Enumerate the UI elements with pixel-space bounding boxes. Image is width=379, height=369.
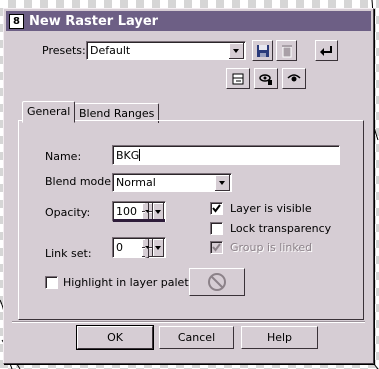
presets-value: Default bbox=[90, 44, 131, 57]
opacity-spin-buttons[interactable] bbox=[142, 202, 153, 222]
reset-button[interactable] bbox=[315, 40, 338, 61]
help-button[interactable]: Help bbox=[241, 326, 318, 349]
delete-icon bbox=[281, 44, 292, 57]
link-set-spin-buttons[interactable] bbox=[142, 238, 153, 258]
eye-icon bbox=[287, 73, 301, 81]
link-set-label: Link set: bbox=[45, 247, 92, 260]
name-input[interactable]: BKG bbox=[112, 145, 340, 165]
save-preset-button[interactable] bbox=[252, 40, 273, 61]
spin-down-icon[interactable] bbox=[142, 246, 153, 258]
reset-icon bbox=[319, 45, 332, 56]
layer-visible-label: Layer is visible bbox=[230, 202, 312, 215]
chevron-down-icon[interactable] bbox=[153, 239, 164, 257]
save-icon bbox=[256, 44, 269, 57]
chevron-down-icon[interactable] bbox=[215, 175, 230, 191]
highlight-checkbox[interactable] bbox=[45, 276, 58, 289]
checkmark-icon bbox=[212, 243, 221, 252]
tab-general[interactable]: General bbox=[22, 101, 76, 123]
title-bar[interactable]: 8 New Raster Layer bbox=[6, 11, 371, 31]
link-set-stepper[interactable]: 0 bbox=[112, 237, 166, 258]
opacity-stepper[interactable]: 100 bbox=[112, 201, 166, 222]
cancel-button[interactable]: Cancel bbox=[159, 326, 234, 349]
set-default-button[interactable] bbox=[254, 68, 278, 89]
lock-transparency-checkbox[interactable] bbox=[210, 222, 223, 235]
group-linked-checkbox bbox=[210, 241, 223, 254]
new-raster-layer-dialog: 8 New Raster Layer Presets: Default Gene… bbox=[3, 8, 374, 364]
highlight-color-swatch[interactable] bbox=[189, 268, 245, 296]
highlight-label: Highlight in layer palette: bbox=[63, 276, 204, 289]
name-value: BKG bbox=[116, 149, 141, 162]
app-icon[interactable]: 8 bbox=[9, 13, 24, 29]
ok-button[interactable]: OK bbox=[76, 325, 154, 350]
name-label: Name: bbox=[45, 150, 82, 163]
separator bbox=[12, 321, 365, 323]
opacity-label: Opacity: bbox=[45, 206, 91, 219]
blend-mode-label: Blend mode: bbox=[45, 175, 115, 188]
window-title: New Raster Layer bbox=[29, 13, 159, 29]
chevron-down-icon[interactable] bbox=[229, 43, 244, 59]
opacity-value: 100 bbox=[116, 205, 137, 218]
lock-transparency-label: Lock transparency bbox=[230, 222, 332, 235]
layer-properties-button[interactable] bbox=[226, 68, 250, 89]
link-set-value: 0 bbox=[116, 241, 123, 254]
opacity-slider-bar[interactable] bbox=[113, 219, 165, 222]
blend-mode-value: Normal bbox=[116, 176, 156, 189]
presets-dropdown[interactable]: Default bbox=[86, 41, 246, 60]
group-linked-label: Group is linked bbox=[230, 241, 313, 254]
layer-visible-checkbox[interactable] bbox=[210, 202, 223, 215]
layers-icon bbox=[232, 73, 244, 84]
tab-general-label: General bbox=[27, 105, 71, 118]
checkmark-icon bbox=[212, 204, 221, 213]
blend-mode-dropdown[interactable]: Normal bbox=[112, 173, 232, 192]
eye-key-icon bbox=[259, 73, 272, 85]
delete-preset-button[interactable] bbox=[276, 40, 297, 61]
no-color-icon bbox=[208, 273, 226, 291]
presets-label: Presets: bbox=[42, 44, 86, 57]
preview-button[interactable] bbox=[282, 68, 306, 89]
tab-blend-ranges-label: Blend Ranges bbox=[79, 107, 155, 120]
